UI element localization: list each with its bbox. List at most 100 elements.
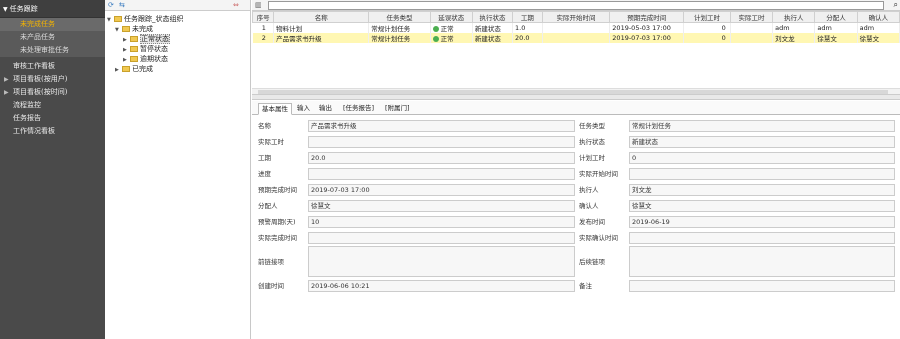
plan-hours-field[interactable]: 0 bbox=[629, 152, 895, 164]
cell: 20.0 bbox=[512, 33, 543, 43]
sidebar-item-process-monitor[interactable]: 流程监控 bbox=[0, 99, 105, 112]
col-header[interactable]: 确认人 bbox=[856, 11, 900, 23]
tab-task-report[interactable]: [任务报告] bbox=[340, 103, 377, 115]
progress-field[interactable] bbox=[308, 168, 575, 180]
cell: 2 bbox=[252, 33, 275, 43]
cell: 物料计划 bbox=[273, 22, 370, 33]
tree-node-label: 暂停状态 bbox=[140, 45, 168, 53]
actual-complete-field[interactable] bbox=[308, 232, 575, 244]
chevron-right-icon: ▶ bbox=[4, 76, 9, 83]
col-header[interactable]: 序号 bbox=[251, 11, 275, 23]
col-header[interactable]: 工期 bbox=[512, 11, 543, 23]
tree-node-normal[interactable]: ▶ 正常状态 bbox=[105, 34, 250, 44]
tree-node-paused[interactable]: ▶ 暂停状态 bbox=[105, 44, 250, 54]
sidebar-sub-unproduct[interactable]: 未产品任务 bbox=[0, 31, 105, 44]
tree-node-unfinished[interactable]: ▼ 未完成 bbox=[105, 24, 250, 34]
folder-icon bbox=[130, 46, 138, 52]
actual-complete-label: 实际完成时间 bbox=[258, 234, 297, 242]
cell: 1 bbox=[252, 22, 275, 33]
tree-node-root[interactable]: ▼ 任务跟踪_状态组织 bbox=[105, 14, 250, 24]
search-icon[interactable]: ⌕ bbox=[894, 0, 898, 10]
name-field[interactable]: 产品需求书升级 bbox=[308, 120, 575, 132]
col-header[interactable]: 名称 bbox=[273, 11, 370, 23]
remark-field[interactable] bbox=[629, 280, 895, 292]
sidebar-item-task-report[interactable]: 任务报告 bbox=[0, 112, 105, 125]
table-row[interactable]: 1 物料计划 常规计划任务 正常 新建状态 1.0 2019-05-03 17:… bbox=[252, 22, 900, 33]
cell: 2019-07-03 17:00 bbox=[609, 33, 685, 43]
sidebar-item-label: 项目看板(按时间) bbox=[13, 88, 68, 96]
sidebar-item-label: 项目看板(按用户) bbox=[13, 75, 68, 83]
cell: 产品需求书升级 bbox=[273, 33, 370, 43]
sidebar-item-work-board[interactable]: 工作情况看板 bbox=[0, 125, 105, 138]
col-header[interactable]: 预期完成时间 bbox=[609, 11, 685, 23]
table-row[interactable]: 2 产品需求书升级 常规计划任务 正常 新建状态 20.0 2019-07-03… bbox=[252, 33, 900, 43]
duration-label: 工期 bbox=[258, 154, 271, 162]
cell-text: 正常 bbox=[440, 25, 454, 33]
sidebar-item-review-board[interactable]: 审核工作看板 bbox=[0, 60, 105, 73]
created-label: 创建时间 bbox=[258, 282, 284, 290]
prev-link-field[interactable] bbox=[308, 246, 575, 277]
col-header[interactable]: 实际开始时间 bbox=[541, 11, 611, 23]
columns-icon[interactable]: ▥ bbox=[255, 1, 262, 10]
actual-start-field[interactable] bbox=[629, 168, 895, 180]
actual-hours-field[interactable] bbox=[308, 136, 575, 148]
collapse-icon[interactable]: ⇔ bbox=[233, 1, 239, 10]
col-header[interactable]: 任务类型 bbox=[368, 11, 431, 23]
sidebar-header-task-tracking[interactable]: ▼ 任务跟踪 bbox=[0, 0, 105, 18]
assigner-label: 分配人 bbox=[258, 202, 278, 210]
refresh-icon[interactable]: ⟳ bbox=[108, 1, 114, 10]
panel-splitter[interactable] bbox=[252, 94, 900, 100]
col-header[interactable]: 实际工时 bbox=[729, 11, 774, 23]
tree-panel: ⟳ ⇆ ⇔ ▼ 任务跟踪_状态组织 ▼ 未完成 ▶ 正常状态 ▶ 暂停状态 ▶ 逾期状态 … bbox=[105, 0, 251, 339]
search-input[interactable] bbox=[268, 1, 884, 10]
folder-icon bbox=[130, 36, 138, 42]
folder-icon bbox=[130, 56, 138, 62]
tree-node-label: 已完成 bbox=[132, 65, 153, 73]
next-link-label: 后续链项 bbox=[579, 258, 605, 266]
actual-confirm-field[interactable] bbox=[629, 232, 895, 244]
sidebar-item-label: 审核工作看板 bbox=[13, 62, 55, 70]
release-field[interactable]: 2019-06-19 bbox=[629, 216, 895, 228]
sidebar-item-label: 流程监控 bbox=[13, 101, 41, 109]
expand-icon[interactable]: ⇆ bbox=[119, 1, 125, 10]
tree-node-label: 任务跟踪_状态组织 bbox=[124, 15, 184, 23]
sidebar-item-board-by-user[interactable]: ▶ 项目看板(按用户) bbox=[0, 73, 105, 86]
tab-basic[interactable]: 基本属性 bbox=[258, 103, 292, 115]
cell: 新建状态 bbox=[472, 22, 514, 33]
next-link-field[interactable] bbox=[629, 246, 895, 277]
due-field[interactable]: 2019-07-03 17:00 bbox=[308, 184, 575, 196]
cell: 0 bbox=[683, 33, 731, 43]
executor-field[interactable]: 刘文龙 bbox=[629, 184, 895, 196]
tab-input[interactable]: 输入 bbox=[294, 103, 313, 115]
duration-field[interactable]: 20.0 bbox=[308, 152, 575, 164]
prev-link-label: 前链接项 bbox=[258, 258, 284, 266]
col-header[interactable]: 执行状态 bbox=[471, 11, 514, 23]
tab-attachment[interactable]: [附属门] bbox=[382, 103, 413, 115]
col-header[interactable]: 分配人 bbox=[814, 11, 858, 23]
cell: adm bbox=[814, 22, 858, 33]
tree-node-overdue[interactable]: ▶ 逾期状态 bbox=[105, 54, 250, 64]
warning-field[interactable]: 10 bbox=[308, 216, 575, 228]
cell: 常规计划任务 bbox=[368, 22, 431, 33]
created-field[interactable]: 2019-06-06 10:21 bbox=[308, 280, 575, 292]
sidebar-item-board-by-time[interactable]: ▶ 项目看板(按时间) bbox=[0, 86, 105, 99]
sidebar-sub-approval[interactable]: 未处理审批任务 bbox=[0, 44, 105, 57]
sidebar-item-label: 任务报告 bbox=[13, 114, 41, 122]
tree-node-finished[interactable]: ▶ 已完成 bbox=[105, 64, 250, 74]
executor-label: 执行人 bbox=[579, 186, 599, 194]
tab-output[interactable]: 输出 bbox=[316, 103, 335, 115]
detail-form: 名称 产品需求书升级 任务类型 常规计划任务 实际工时 执行状态 新建状态 工期… bbox=[252, 116, 900, 339]
sidebar-sub-unfinished[interactable]: 未完成任务 bbox=[0, 18, 105, 31]
col-header[interactable]: 延误状态 bbox=[429, 11, 473, 23]
exec-status-field[interactable]: 新建状态 bbox=[629, 136, 895, 148]
col-header[interactable]: 执行人 bbox=[772, 11, 816, 23]
col-header[interactable]: 计划工时 bbox=[683, 11, 731, 23]
assigner-field[interactable]: 徐慧文 bbox=[308, 200, 575, 212]
chevron-right-icon: ▶ bbox=[4, 89, 9, 96]
cell: 正常 bbox=[430, 33, 473, 43]
confirmer-field[interactable]: 徐慧文 bbox=[629, 200, 895, 212]
name-label: 名称 bbox=[258, 122, 271, 130]
confirmer-label: 确认人 bbox=[579, 202, 599, 210]
task-type-field[interactable]: 常规计划任务 bbox=[629, 120, 895, 132]
cell: 徐慧文 bbox=[857, 33, 900, 43]
